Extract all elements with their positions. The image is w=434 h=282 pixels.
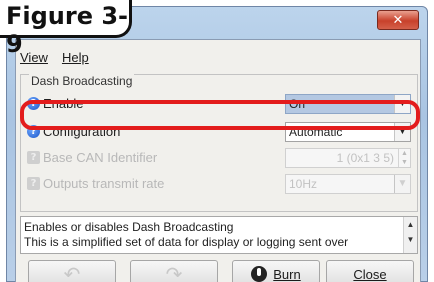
- transmit-rate-value: 10Hz: [289, 177, 318, 191]
- dialog-client-area: View Help Dash Broadcasting ? Enable On …: [15, 39, 421, 282]
- undo-icon: ↶: [63, 263, 81, 282]
- close-button[interactable]: Close: [326, 260, 414, 282]
- chevron-down-icon: ▼: [394, 175, 410, 193]
- button-bar: ↶ ↷ Burn Close: [20, 260, 418, 282]
- description-line-2: This is a simplified set of data for dis…: [24, 235, 349, 249]
- red-highlight-annotation: [20, 100, 420, 130]
- setting-row-transmit-rate: ? Outputs transmit rate 10Hz ▼: [23, 173, 417, 195]
- description-panel: Enables or disables Dash Broadcasting Th…: [20, 216, 418, 254]
- window-close-button[interactable]: ✕: [377, 10, 419, 30]
- transmit-rate-dropdown: 10Hz ▼: [285, 174, 411, 194]
- dash-broadcasting-group: Dash Broadcasting ? Enable On ▼ ? Config…: [20, 74, 418, 212]
- burn-button[interactable]: Burn: [232, 260, 320, 282]
- close-label: Close: [353, 266, 387, 282]
- figure-label: Figure 3-9: [6, 2, 129, 58]
- redo-button[interactable]: ↷: [130, 260, 218, 282]
- redo-icon: ↷: [165, 263, 183, 282]
- base-can-id-label: Base CAN Identifier: [43, 150, 158, 165]
- base-can-id-spinner: 1 (0x1 3 5) ▲ ▼: [285, 148, 411, 168]
- close-icon: ✕: [392, 12, 404, 28]
- setting-row-base-can-id: ? Base CAN Identifier 1 (0x1 3 5) ▲ ▼: [23, 147, 417, 169]
- help-icon: ?: [27, 151, 40, 164]
- burn-label: Burn: [273, 266, 301, 282]
- help-icon: ?: [27, 177, 40, 190]
- description-line-1: Enables or disables Dash Broadcasting: [24, 220, 234, 234]
- transmit-rate-label: Outputs transmit rate: [43, 176, 165, 191]
- spinner-arrows-icon: ▲ ▼: [398, 149, 410, 167]
- base-can-id-value: 1 (0x1 3 5): [336, 151, 394, 165]
- power-icon: [251, 266, 268, 282]
- undo-button[interactable]: ↶: [28, 260, 116, 282]
- description-scrollbar[interactable]: ▲ ▼: [403, 217, 417, 253]
- figure-caption-tab: Figure 3-9: [0, 0, 132, 58]
- group-title: Dash Broadcasting: [29, 74, 135, 88]
